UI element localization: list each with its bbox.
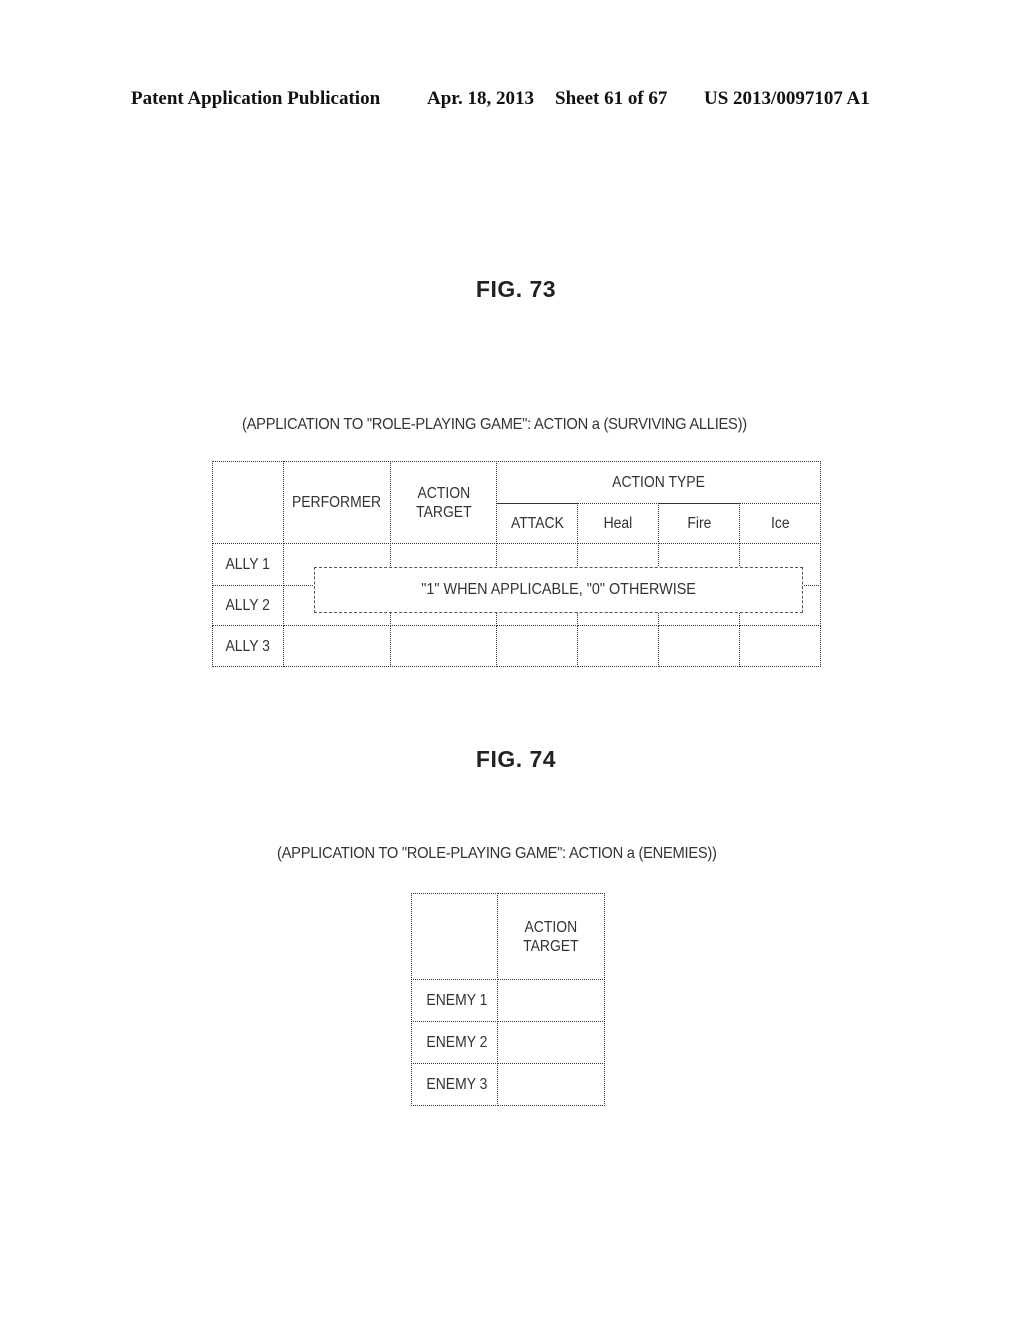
header-action-target: ACTION TARGET: [497, 893, 605, 980]
value-note: "1" WHEN APPLICABLE, "0" OTHERWISE: [421, 581, 696, 598]
header-action-target: ACTION TARGET: [390, 461, 497, 544]
patent-number: US 2013/0097107 A1: [704, 88, 870, 109]
sheet-number: Sheet 61 of 67: [555, 88, 668, 109]
header-performer: PERFORMER: [283, 461, 391, 544]
fig74-caption: (APPLICATION TO "ROLE-PLAYING GAME": ACT…: [277, 845, 717, 862]
header-fire: Fire: [658, 503, 740, 544]
cell-ally3-fire: [658, 625, 740, 667]
cell-ally3-heal: [577, 625, 659, 667]
row-label-ally-2: ALLY 2: [212, 585, 284, 626]
cell-ally3-attack: [496, 625, 578, 667]
row-label-enemy-1: ENEMY 1: [411, 979, 498, 1022]
page-header: Patent Application Publication Apr. 18, …: [131, 88, 891, 114]
header-heal: Heal: [577, 503, 659, 544]
fig73-title: FIG. 73: [475, 276, 557, 302]
fig74-title: FIG. 74: [475, 746, 557, 772]
fig73-caption: (APPLICATION TO "ROLE-PLAYING GAME": ACT…: [242, 416, 747, 433]
header-attack: ATTACK: [496, 503, 578, 544]
cell-enemy1-target: [497, 979, 605, 1022]
row-label-enemy-2: ENEMY 2: [411, 1021, 498, 1064]
header-ice: Ice: [739, 503, 821, 544]
publication-date: Apr. 18, 2013: [427, 88, 534, 109]
cell-ally3-ice: [739, 625, 821, 667]
corner-cell: [212, 461, 284, 544]
row-label-enemy-3: ENEMY 3: [411, 1063, 498, 1106]
corner-cell: [411, 893, 498, 980]
cell-enemy2-target: [497, 1021, 605, 1064]
cell-ally3-performer: [283, 625, 391, 667]
row-label-ally-1: ALLY 1: [212, 543, 284, 586]
value-note-box: "1" WHEN APPLICABLE, "0" OTHERWISE: [314, 567, 803, 613]
row-label-ally-3: ALLY 3: [212, 625, 284, 667]
cell-enemy3-target: [497, 1063, 605, 1106]
cell-ally3-target: [390, 625, 497, 667]
publication-type: Patent Application Publication: [131, 88, 381, 109]
header-action-type: ACTION TYPE: [496, 461, 821, 504]
